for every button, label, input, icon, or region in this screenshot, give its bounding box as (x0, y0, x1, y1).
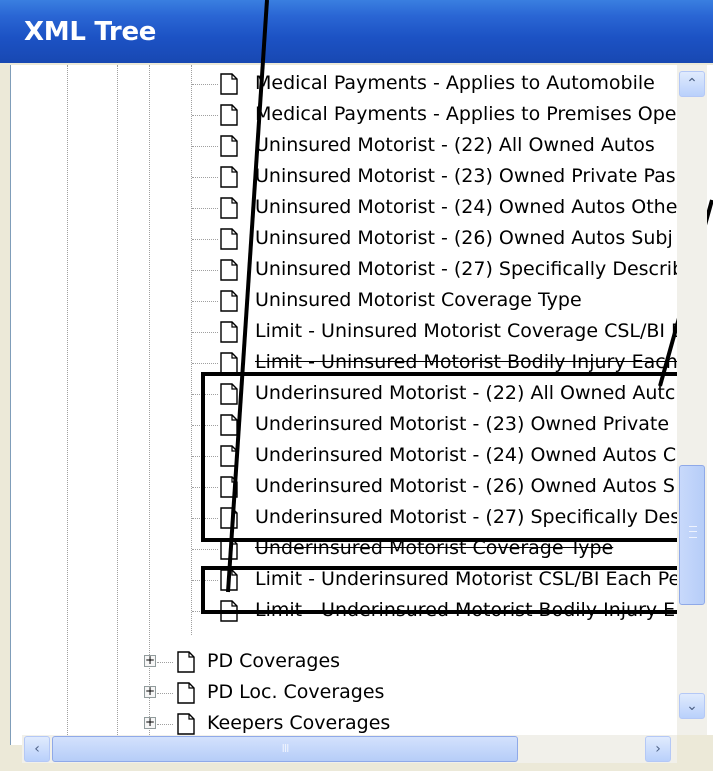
chevron-up-icon: ⌃ (686, 76, 698, 92)
scroll-right-button[interactable]: › (645, 736, 671, 762)
annotation-arrows (226, 0, 713, 593)
vertical-scroll-thumb[interactable] (679, 465, 705, 605)
annotation-arrow-left (226, 0, 269, 593)
horizontal-scroll-thumb[interactable]: III (52, 736, 518, 762)
chevron-right-icon: › (655, 741, 661, 757)
xml-tree-window: XML Tree Medical Payments - Applies to A… (0, 0, 713, 771)
chevron-down-icon: ⌄ (686, 698, 698, 714)
scroll-down-button[interactable]: ⌄ (679, 693, 705, 719)
grip-icon (689, 526, 697, 538)
chevron-left-icon: ‹ (34, 741, 40, 757)
vertical-scrollbar[interactable]: ⌃ ⌄ (677, 65, 707, 735)
horizontal-scrollbar[interactable]: ‹ III › (22, 735, 707, 763)
size-grip (677, 735, 713, 771)
grip-icon: III (281, 742, 290, 755)
scroll-up-button[interactable]: ⌃ (679, 71, 705, 97)
scroll-left-button[interactable]: ‹ (24, 736, 50, 762)
